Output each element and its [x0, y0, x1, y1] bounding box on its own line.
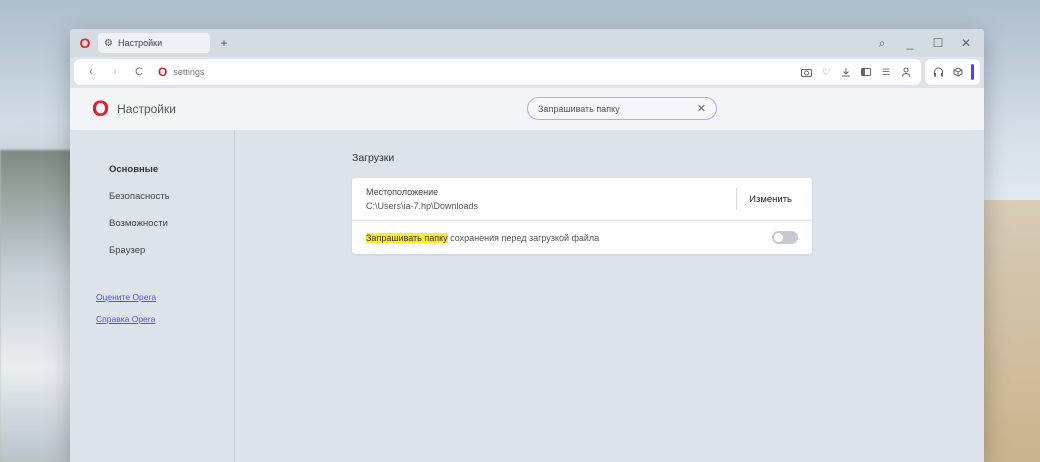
downloads-section-title: Загрузки: [352, 152, 395, 164]
page-title: Настройки: [117, 102, 176, 116]
cube-icon[interactable]: [951, 65, 965, 79]
sidebar-item-basic[interactable]: Основные: [70, 164, 234, 191]
settings-content: Основные Безопасность Возможности Браузе…: [70, 130, 984, 462]
search-tabs-icon[interactable]: ⌕: [870, 33, 894, 53]
settings-main: Загрузки Местоположение C:\Users\ia-7.hp…: [235, 130, 984, 462]
camera-icon[interactable]: [799, 65, 813, 79]
ask-folder-toggle[interactable]: [772, 231, 798, 244]
tab-bar: O ⚙ Настройки + ⌕ _ ☐ ✕: [70, 29, 984, 57]
maximize-button[interactable]: ☐: [926, 33, 950, 53]
settings-sidebar: Основные Безопасность Возможности Браузе…: [70, 130, 235, 462]
sidebar-item-browser[interactable]: Браузер: [70, 245, 234, 272]
easy-setup-icon[interactable]: ☰: [879, 65, 893, 79]
tab-title: Настройки: [117, 38, 163, 48]
sidebar-links: Оцените Opera Справка Opera: [70, 292, 234, 336]
sidebar-item-features[interactable]: Возможности: [70, 218, 234, 245]
search-value: Запрашивать папку: [538, 103, 620, 114]
clear-search-icon[interactable]: ✕: [697, 102, 706, 115]
back-button[interactable]: ‹: [82, 63, 100, 81]
gear-icon: ⚙: [104, 37, 113, 49]
location-path: C:\Users\ia-7.hp\Downloads: [366, 201, 479, 211]
window-controls: ⌕ _ ☐ ✕: [870, 33, 978, 53]
url-actions: ♡ ☰: [799, 65, 913, 79]
rate-opera-link[interactable]: Оцените Opera: [70, 292, 234, 314]
settings-search-input[interactable]: Запрашивать папку ✕: [527, 97, 717, 120]
profile-icon[interactable]: [899, 65, 913, 79]
extensions-box: [925, 59, 980, 85]
close-button[interactable]: ✕: [954, 33, 978, 53]
divider: [736, 188, 738, 210]
reload-button[interactable]: C: [130, 63, 148, 81]
browser-window: O ⚙ Настройки + ⌕ _ ☐ ✕ ‹ › C O settings…: [70, 29, 984, 462]
opera-menu-button[interactable]: O: [76, 34, 94, 52]
url-box: ‹ › C O settings ♡ ☰: [74, 59, 921, 85]
heart-icon[interactable]: ♡: [819, 65, 833, 79]
change-location-button[interactable]: Изменить: [749, 194, 792, 205]
search-highlight: Запрашивать папку: [366, 232, 448, 243]
address-bar: ‹ › C O settings ♡ ☰: [70, 57, 984, 87]
sidebar-toggle-icon[interactable]: [859, 65, 873, 79]
location-text: Местоположение C:\Users\ia-7.hp\Download…: [366, 187, 478, 211]
sidebar-item-security[interactable]: Безопасность: [70, 191, 234, 218]
settings-header: O Настройки Запрашивать папку ✕: [70, 88, 984, 130]
opera-help-link[interactable]: Справка Opera: [70, 314, 234, 336]
tab-settings[interactable]: ⚙ Настройки: [98, 33, 210, 53]
location-row: Местоположение C:\Users\ia-7.hp\Download…: [352, 178, 812, 221]
opera-url-icon: O: [158, 65, 168, 79]
headphones-icon[interactable]: [931, 65, 945, 79]
wallpaper-hills: [980, 200, 1040, 462]
minimize-button[interactable]: _: [898, 33, 922, 53]
ask-folder-label: сохранения перед загрузкой файла: [447, 232, 600, 243]
download-icon[interactable]: [839, 65, 853, 79]
accent-bar: [971, 64, 974, 80]
location-label: Местоположение: [366, 187, 439, 197]
wallpaper-trees: [0, 150, 80, 462]
ask-folder-row: Запрашивать папку сохранения перед загру…: [352, 221, 812, 254]
url-field[interactable]: settings: [173, 67, 204, 77]
new-tab-button[interactable]: +: [216, 35, 232, 51]
opera-logo: O: [92, 96, 110, 121]
forward-button[interactable]: ›: [106, 63, 124, 81]
downloads-card: Местоположение C:\Users\ia-7.hp\Download…: [352, 178, 812, 254]
